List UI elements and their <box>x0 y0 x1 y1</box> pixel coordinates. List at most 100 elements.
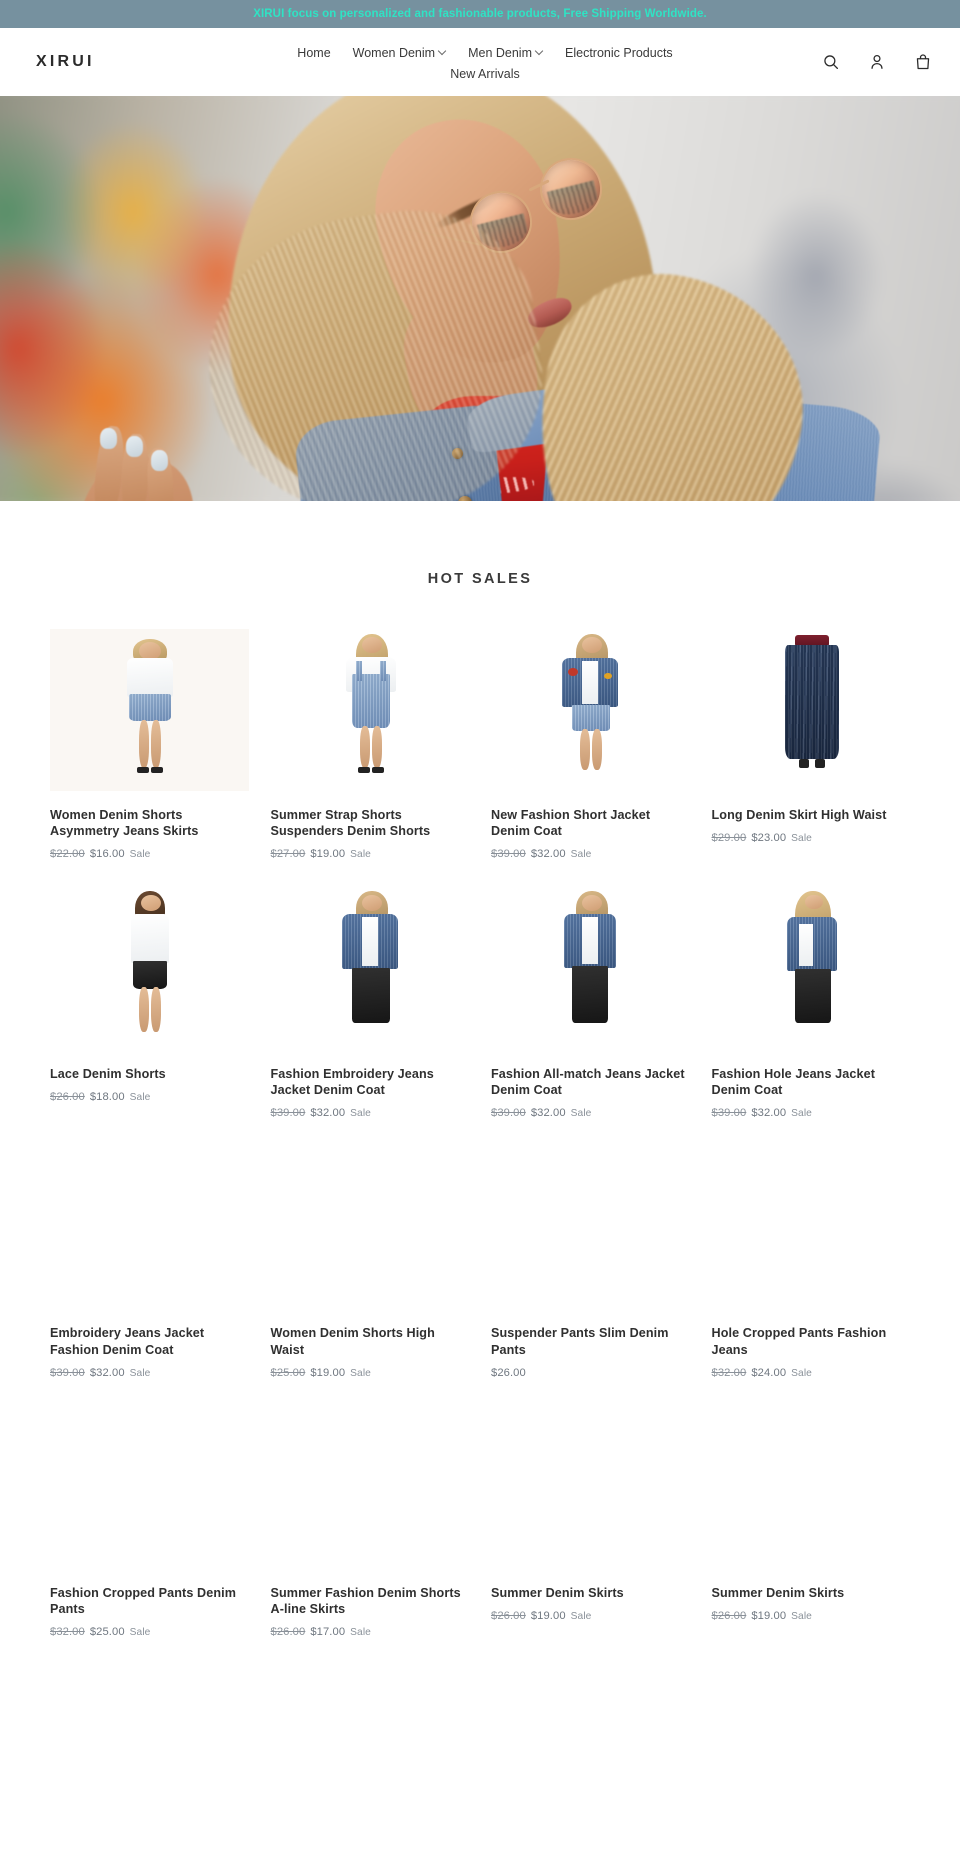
site-logo[interactable]: XIRUI <box>36 53 236 71</box>
sale-badge: Sale <box>570 1108 592 1120</box>
product-image <box>50 888 249 1051</box>
product-price: $32.00 $25.00 Sale <box>50 1626 249 1638</box>
nav-item-men-denim-label: Men Denim <box>468 45 532 60</box>
product-image <box>50 1147 249 1310</box>
product-card[interactable]: Long Denim Skirt High Waist $29.00 $23.0… <box>711 629 911 860</box>
product-price: $39.00 $32.00 Sale <box>271 1107 470 1119</box>
product-price: $26.00 $19.00 Sale <box>712 1610 911 1622</box>
product-card[interactable]: Lace Denim Shorts $26.00 $18.00 Sale <box>50 888 249 1119</box>
price-current: $23.00 <box>751 832 787 845</box>
product-price: $39.00 $32.00 Sale <box>491 1107 690 1119</box>
product-image <box>711 888 910 1051</box>
product-grid: Women Denim Shorts Asymmetry Jeans Skirt… <box>0 629 960 1666</box>
sale-badge: Sale <box>129 1367 151 1379</box>
chevron-down-icon <box>536 47 543 54</box>
product-card[interactable]: Women Denim Shorts Asymmetry Jeans Skirt… <box>50 629 249 860</box>
announcement-bar: XIRUI focus on personalized and fashiona… <box>0 0 960 28</box>
product-card[interactable]: Summer Fashion Denim Shorts A-line Skirt… <box>270 1406 469 1638</box>
price-compare-at: $39.00 <box>491 848 526 861</box>
product-image <box>491 888 690 1051</box>
price-compare-at: $25.00 <box>270 1366 306 1379</box>
price-current: $25.00 <box>89 1625 125 1638</box>
sale-badge: Sale <box>570 849 592 861</box>
product-price: $29.00 $23.00 Sale <box>712 832 911 844</box>
hero-image <box>0 96 960 501</box>
chevron-down-icon <box>439 47 446 54</box>
product-card[interactable]: Summer Denim Skirts $26.00 $19.00 Sale <box>491 1406 690 1638</box>
sale-badge: Sale <box>350 849 371 861</box>
sale-badge: Sale <box>129 1626 151 1638</box>
product-price: $39.00 $32.00 Sale <box>712 1107 911 1119</box>
product-price: $32.00 $24.00 Sale <box>712 1367 911 1379</box>
sale-badge: Sale <box>129 1092 151 1104</box>
price-compare-at: $22.00 <box>50 848 85 861</box>
price-compare-at: $26.00 <box>50 1091 85 1104</box>
price-current: $19.00 <box>751 1609 787 1622</box>
product-image <box>491 1406 690 1569</box>
nav-item-home-label: Home <box>297 45 331 60</box>
hero-fingernail <box>126 436 143 457</box>
product-title: Summer Denim Skirts <box>491 1585 624 1600</box>
product-price: $26.00 <box>491 1367 690 1379</box>
product-card[interactable]: Women Denim Shorts High Waist $25.00 $19… <box>270 1147 469 1379</box>
sale-badge: Sale <box>791 1367 812 1379</box>
product-title: Women Denim Shorts Asymmetry Jeans Skirt… <box>50 808 199 839</box>
price-current: $18.00 <box>89 1091 125 1104</box>
sale-badge: Sale <box>791 1108 812 1120</box>
price-current: $19.00 <box>310 848 346 861</box>
product-title: Fashion Embroidery Jeans Jacket Denim Co… <box>270 1067 434 1098</box>
price-compare-at: $29.00 <box>711 832 747 845</box>
price-compare-at: $39.00 <box>491 1107 526 1120</box>
sale-badge: Sale <box>791 833 812 845</box>
nav-item-new-arrivals-label: New Arrivals <box>450 66 520 81</box>
price-compare-at: $32.00 <box>50 1625 85 1638</box>
sale-badge: Sale <box>350 1367 371 1379</box>
price-current: $32.00 <box>530 848 566 861</box>
nav-item-electronic-products[interactable]: Electronic Products <box>565 44 673 62</box>
hero-banner[interactable] <box>0 96 960 501</box>
nav-item-women-denim[interactable]: Women Denim <box>353 44 446 62</box>
price-compare-at: $39.00 <box>50 1366 85 1379</box>
product-card[interactable]: Fashion Cropped Pants Denim Pants $32.00… <box>50 1406 249 1638</box>
product-price: $27.00 $19.00 Sale <box>271 848 470 860</box>
product-card[interactable]: Embroidery Jeans Jacket Fashion Denim Co… <box>50 1147 249 1379</box>
price-current: $32.00 <box>310 1107 346 1120</box>
product-title: Summer Fashion Denim Shorts A-line Skirt… <box>270 1585 461 1616</box>
product-image <box>711 629 910 791</box>
product-card[interactable]: Suspender Pants Slim Denim Pants $26.00 <box>491 1147 690 1379</box>
price-current: $16.00 <box>89 848 125 861</box>
product-price: $39.00 $32.00 Sale <box>50 1367 249 1379</box>
product-image <box>270 1147 469 1310</box>
nav-item-new-arrivals[interactable]: New Arrivals <box>450 65 519 83</box>
product-image <box>711 1147 910 1310</box>
product-card[interactable]: New Fashion Short Jacket Denim Coat $39.… <box>491 629 690 860</box>
price-current: $19.00 <box>530 1609 566 1622</box>
account-icon[interactable] <box>866 51 888 73</box>
price-current: $26.00 <box>491 1366 526 1379</box>
product-card[interactable]: Hole Cropped Pants Fashion Jeans $32.00 … <box>711 1147 911 1379</box>
product-title: Lace Denim Shorts <box>50 1067 166 1082</box>
product-price: $22.00 $16.00 Sale <box>50 848 249 860</box>
product-image <box>491 1147 690 1310</box>
product-price: $26.00 $19.00 Sale <box>491 1610 690 1622</box>
product-title: Suspender Pants Slim Denim Pants <box>491 1326 669 1357</box>
price-current: $32.00 <box>530 1107 566 1120</box>
product-card[interactable]: Fashion Embroidery Jeans Jacket Denim Co… <box>270 888 470 1119</box>
nav-item-home[interactable]: Home <box>297 44 330 62</box>
product-card[interactable]: Summer Denim Skirts $26.00 $19.00 Sale <box>711 1406 911 1638</box>
price-current: $32.00 <box>89 1366 125 1379</box>
search-icon[interactable] <box>820 51 842 73</box>
product-image <box>50 1406 249 1569</box>
product-title: Hole Cropped Pants Fashion Jeans <box>711 1326 887 1357</box>
price-compare-at: $32.00 <box>711 1366 747 1379</box>
product-card[interactable]: Summer Strap Shorts Suspenders Denim Sho… <box>270 629 470 860</box>
cart-icon[interactable] <box>912 51 934 73</box>
product-card[interactable]: Fashion Hole Jeans Jacket Denim Coat $39… <box>711 888 911 1119</box>
price-current: $19.00 <box>310 1366 346 1379</box>
main-navigation: Home Women Denim Men Denim Electronic Pr… <box>250 42 720 83</box>
product-card[interactable]: Fashion All-match Jeans Jacket Denim Coa… <box>491 888 690 1119</box>
sale-badge: Sale <box>129 849 151 861</box>
nav-item-men-denim[interactable]: Men Denim <box>468 44 543 62</box>
nav-item-electronic-products-label: Electronic Products <box>565 45 673 60</box>
product-title: Fashion Hole Jeans Jacket Denim Coat <box>711 1067 875 1098</box>
